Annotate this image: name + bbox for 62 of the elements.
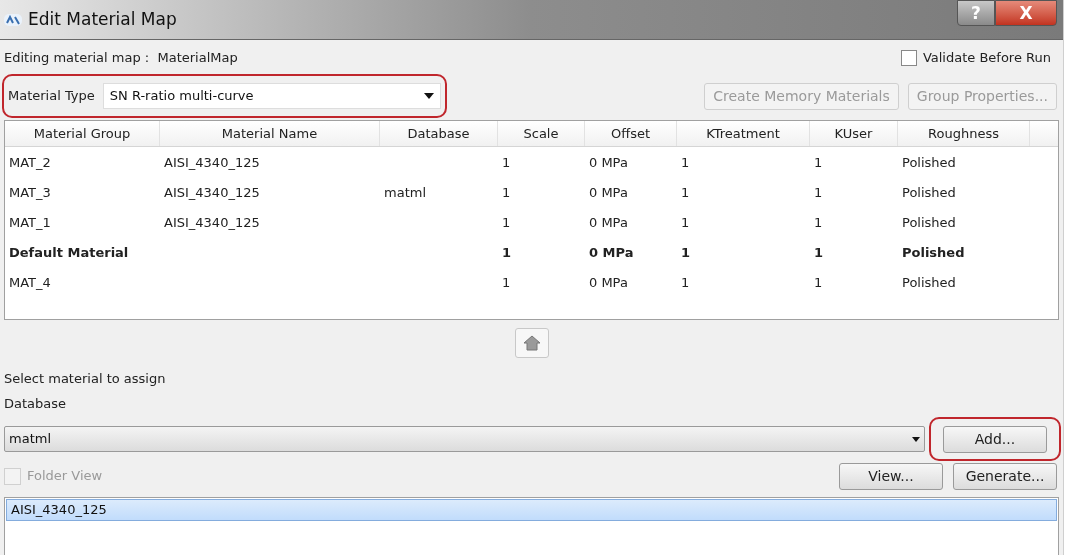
validate-checkbox[interactable] bbox=[900, 50, 917, 66]
table-cell: 1 bbox=[814, 185, 823, 200]
database-label: Database bbox=[3, 395, 68, 413]
table-cell: 1 bbox=[681, 275, 690, 290]
table-cell: 1 bbox=[814, 155, 823, 170]
table-cell: AISI_4340_125 bbox=[164, 185, 260, 200]
table-cell: 0 MPa bbox=[589, 185, 628, 200]
house-icon bbox=[522, 335, 541, 351]
view-button[interactable]: View... bbox=[839, 462, 943, 490]
table-cell: 1 bbox=[502, 185, 511, 200]
material-type-label: Material Type bbox=[8, 87, 95, 106]
table-cell: Polished bbox=[902, 185, 956, 200]
table-cell: MAT_2 bbox=[9, 155, 51, 170]
generate-button[interactable]: Generate... bbox=[953, 462, 1057, 490]
column-header[interactable]: Material Name bbox=[160, 121, 380, 146]
dropdown-arrow-icon bbox=[424, 93, 434, 99]
section-title: Select material to assign bbox=[3, 370, 167, 388]
editing-label: Editing material map : MaterialMap bbox=[4, 49, 238, 68]
table-cell: 0 MPa bbox=[589, 215, 628, 230]
column-header[interactable]: Material Group bbox=[5, 121, 160, 146]
add-button[interactable]: Add... bbox=[943, 425, 1047, 453]
table-cell: 0 MPa bbox=[589, 155, 628, 170]
column-header[interactable]: Offset bbox=[585, 121, 677, 146]
column-header[interactable]: KTreatment bbox=[677, 121, 810, 146]
window-title: Edit Material Map bbox=[28, 7, 177, 31]
material-type-dropdown[interactable]: SN R-ratio multi-curve bbox=[102, 83, 441, 109]
validate-label: Validate Before Run bbox=[922, 49, 1051, 68]
app-icon bbox=[4, 12, 22, 27]
table-cell: Default Material bbox=[9, 245, 129, 260]
table-cell: 1 bbox=[502, 215, 511, 230]
table-cell: 1 bbox=[814, 215, 823, 230]
table-cell: 1 bbox=[502, 275, 511, 290]
table-cell: MAT_3 bbox=[9, 185, 51, 200]
table-cell: 1 bbox=[681, 215, 690, 230]
column-header[interactable]: Database bbox=[380, 121, 498, 146]
table-cell: MAT_1 bbox=[9, 215, 51, 230]
database-dropdown[interactable]: matml bbox=[4, 426, 925, 452]
table-cell: 1 bbox=[681, 245, 691, 260]
table-cell: 0 MPa bbox=[589, 275, 628, 290]
table-cell: Polished bbox=[902, 155, 956, 170]
material-list-item[interactable]: AISI_4340_125 bbox=[6, 499, 1057, 521]
table-cell: Polished bbox=[902, 245, 965, 260]
dropdown-arrow-icon bbox=[912, 436, 920, 442]
table-cell: Polished bbox=[902, 215, 956, 230]
column-header[interactable]: Roughness bbox=[898, 121, 1030, 146]
table-cell: Polished bbox=[902, 275, 956, 290]
table-cell: MAT_4 bbox=[9, 275, 51, 290]
table-cell: 1 bbox=[502, 245, 512, 260]
folder-view-label: Folder View bbox=[27, 467, 103, 486]
table-cell: AISI_4340_125 bbox=[164, 155, 260, 170]
column-header[interactable]: KUser bbox=[810, 121, 898, 146]
table-cell: 0 MPa bbox=[589, 245, 634, 260]
table-cell: 1 bbox=[814, 245, 824, 260]
table-cell: AISI_4340_125 bbox=[164, 215, 260, 230]
table-cell: 1 bbox=[814, 275, 823, 290]
column-header[interactable]: Scale bbox=[498, 121, 585, 146]
table-cell: 1 bbox=[681, 155, 690, 170]
table-cell: matml bbox=[384, 185, 426, 200]
close-button[interactable]: X bbox=[995, 0, 1057, 26]
table-cell: 1 bbox=[502, 155, 511, 170]
table-cell: 1 bbox=[681, 185, 690, 200]
move-up-button[interactable] bbox=[514, 328, 549, 358]
